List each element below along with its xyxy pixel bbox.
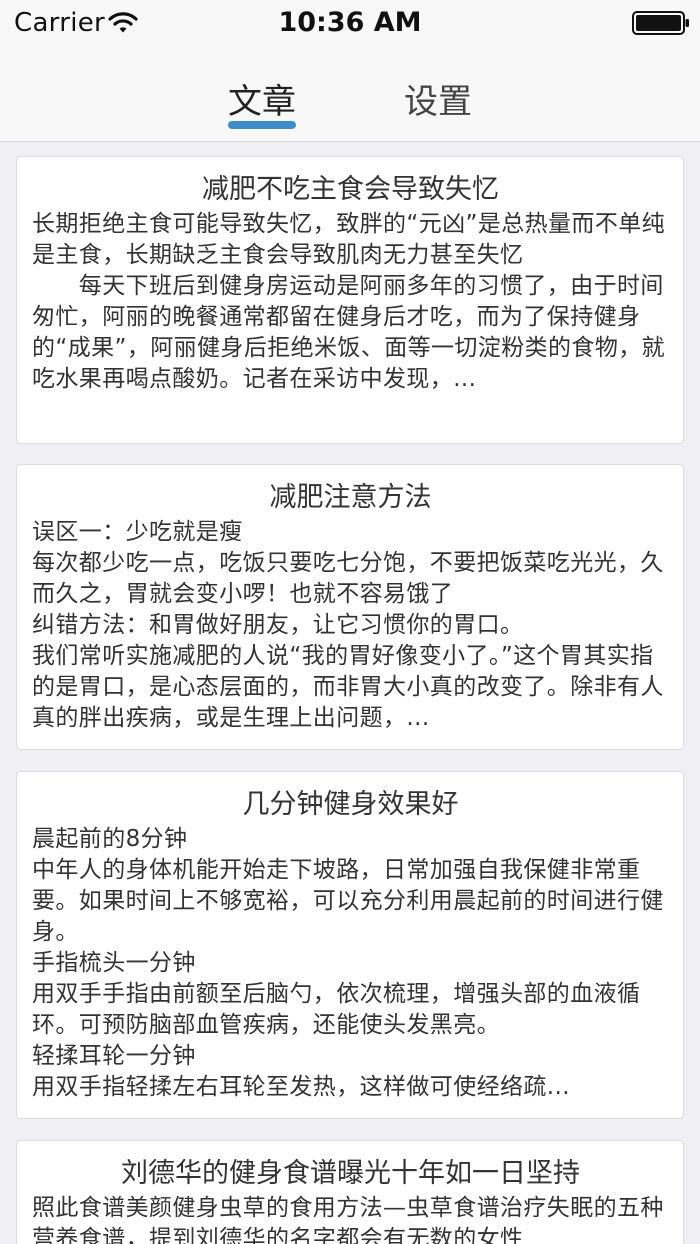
active-tab-indicator <box>228 121 296 129</box>
article-title: 减肥注意方法 <box>269 482 432 513</box>
clock-time: 10:36 AM <box>278 7 422 38</box>
article-card[interactable]: 几分钟健身效果好 晨起前的8分钟 中年人的身体机能开始走下坡路，日常加强自我保健… <box>16 771 684 1119</box>
article-title: 几分钟健身效果好 <box>242 789 459 820</box>
article-card[interactable]: 刘德华的健身食谱曝光十年如一日坚持 照此食谱美颜健身虫草的食用方法—虫草食谱治疗… <box>16 1140 684 1244</box>
article-card[interactable]: 减肥注意方法 误区一：少吃就是瘦 每次都少吃一点，吃饭只要吃七分饱，不要把饭菜吃… <box>16 464 684 750</box>
article-title: 刘德华的健身食谱曝光十年如一日坚持 <box>121 1158 580 1189</box>
app-screen: Carrier 10:36 AM 文章 设置 减肥不吃主食会导致失忆 长期拒绝主… <box>0 0 700 1244</box>
header: Carrier 10:36 AM 文章 设置 <box>0 0 700 142</box>
status-bar: Carrier 10:36 AM <box>0 0 700 44</box>
tab-articles[interactable]: 文章 <box>212 74 312 122</box>
article-card[interactable]: 减肥不吃主食会导致失忆 长期拒绝主食可能导致失忆，致胖的“元凶”是总热量而不单纯… <box>16 156 684 444</box>
battery-icon <box>632 11 689 35</box>
tab-settings[interactable]: 设置 <box>388 74 488 122</box>
article-excerpt: 长期拒绝主食可能导致失忆，致胖的“元凶”是总热量而不单纯是主食，长期缺乏主食会导… <box>32 211 666 392</box>
article-excerpt: 晨起前的8分钟 中年人的身体机能开始走下坡路，日常加强自我保健非常重要。如果时间… <box>32 826 664 1100</box>
article-excerpt: 照此食谱美颜健身虫草的食用方法—虫草食谱治疗失眠的五种营养食谱，提到刘德华的名字… <box>32 1195 664 1244</box>
article-title: 减肥不吃主食会导致失忆 <box>202 174 499 205</box>
article-excerpt: 误区一：少吃就是瘦 每次都少吃一点，吃饭只要吃七分饱，不要把饭菜吃光光，久而久之… <box>32 519 664 731</box>
